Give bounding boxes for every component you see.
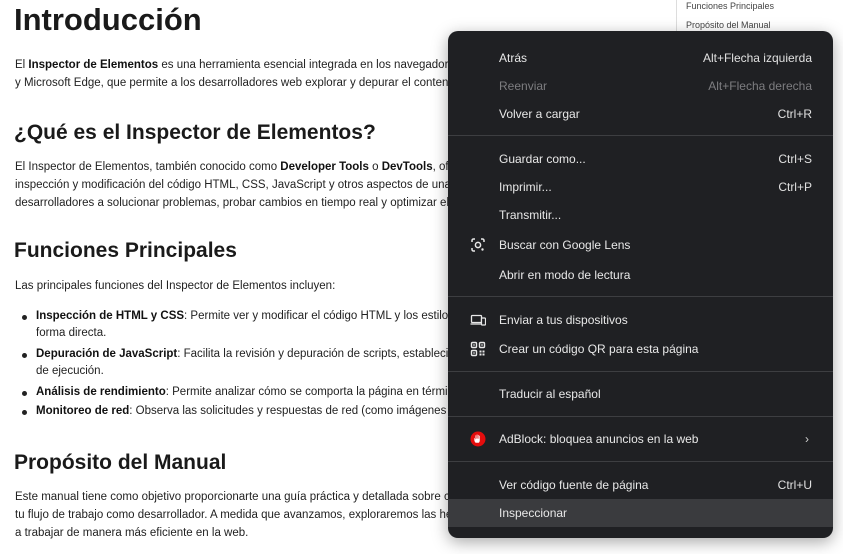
menu-item-shortcut: Ctrl+U: [777, 478, 812, 492]
menu-item-label: Atrás: [499, 51, 528, 65]
menu-item-inspect[interactable]: Inspeccionar: [448, 499, 833, 527]
toc-item-proposito[interactable]: Propósito del Manual: [686, 20, 771, 30]
menu-item-label: Inspeccionar: [499, 506, 568, 520]
menu-separator: [448, 135, 833, 136]
menu-item-qr-code[interactable]: Crear un código QR para esta página: [448, 335, 833, 363]
menu-item-label: Transmitir...: [499, 208, 562, 222]
purpose-paragraph-line-2: tu flujo de trabajo como desarrollador. …: [15, 509, 485, 521]
menu-separator: [448, 296, 833, 297]
list-item: Análisis de rendimiento: Permite analiza…: [36, 386, 483, 398]
intro-paragraph-line-2: y Microsoft Edge, que permite a los desa…: [15, 77, 480, 89]
devices-icon: [470, 314, 486, 326]
menu-item-save-as[interactable]: Guardar como... Ctrl+S: [448, 145, 833, 173]
menu-item-label: Buscar con Google Lens: [499, 238, 631, 252]
bullet-dot: [22, 353, 27, 358]
menu-item-label: Imprimir...: [499, 180, 552, 194]
menu-item-label: Abrir en modo de lectura: [499, 268, 631, 282]
menu-item-label: Volver a cargar: [499, 107, 580, 121]
menu-item-send-devices[interactable]: Enviar a tus dispositivos: [448, 306, 833, 334]
menu-separator: [448, 371, 833, 372]
menu-item-reload[interactable]: Volver a cargar Ctrl+R: [448, 100, 833, 128]
menu-item-print[interactable]: Imprimir... Ctrl+P: [448, 173, 833, 201]
qr-code-icon: [470, 341, 486, 357]
menu-item-label: Ver código fuente de página: [499, 478, 649, 492]
heading-funciones: Funciones Principales: [14, 239, 237, 262]
what-paragraph-line-2: inspección y modificación del código HTM…: [15, 179, 489, 191]
menu-item-label: Reenviar: [499, 79, 548, 93]
menu-item-label: Guardar como...: [499, 152, 586, 166]
list-item: Monitoreo de red: Observa las solicitude…: [36, 405, 487, 417]
menu-item-translate[interactable]: Traducir al español: [448, 380, 833, 408]
menu-separator: [448, 461, 833, 462]
menu-item-view-source[interactable]: Ver código fuente de página Ctrl+U: [448, 471, 833, 499]
menu-item-label: AdBlock: bloquea anuncios en la web: [499, 432, 699, 446]
menu-item-shortcut: Alt+Flecha izquierda: [702, 51, 812, 65]
menu-separator: [448, 416, 833, 417]
menu-item-forward[interactable]: Reenviar Alt+Flecha derecha: [448, 72, 833, 100]
menu-item-reader-mode[interactable]: Abrir en modo de lectura: [448, 261, 833, 289]
list-item-cont: de ejecución.: [36, 365, 104, 377]
purpose-paragraph-line-3: a trabajar de manera más eficiente en la…: [15, 527, 249, 539]
menu-item-label: Enviar a tus dispositivos: [499, 313, 628, 327]
purpose-paragraph-line-1: Este manual tiene como objetivo proporci…: [15, 491, 482, 503]
menu-item-shortcut: Ctrl+P: [778, 180, 812, 194]
menu-item-shortcut: Alt+Flecha derecha: [708, 79, 812, 93]
menu-item-cast[interactable]: Transmitir...: [448, 201, 833, 229]
google-lens-icon: [471, 238, 485, 252]
bullet-dot: [22, 410, 27, 415]
list-item: Inspección de HTML y CSS: Permite ver y …: [36, 310, 497, 322]
menu-item-adblock[interactable]: AdBlock: bloquea anuncios en la web ›: [448, 425, 833, 453]
toc-divider: [676, 0, 677, 34]
menu-item-shortcut: Ctrl+R: [777, 107, 812, 121]
list-item-cont: forma directa.: [36, 327, 107, 339]
menu-item-label: Traducir al español: [499, 387, 601, 401]
adblock-hand-icon: [470, 431, 486, 447]
list-item: Depuración de JavaScript: Facilita la re…: [36, 348, 490, 360]
what-paragraph-line-1: El Inspector de Elementos, también conoc…: [15, 161, 487, 173]
bullet-dot: [22, 315, 27, 320]
what-paragraph-line-3: desarrolladores a solucionar problemas, …: [15, 197, 482, 209]
heading-what-is: ¿Qué es el Inspector de Elementos?: [14, 121, 376, 144]
heading-proposito: Propósito del Manual: [14, 451, 227, 474]
bullet-dot: [22, 391, 27, 396]
intro-paragraph-line-1: El Inspector de Elementos es una herrami…: [15, 59, 493, 71]
context-menu: Atrás Alt+Flecha izquierda Reenviar Alt+…: [448, 31, 833, 538]
funcs-intro: Las principales funciones del Inspector …: [15, 280, 336, 292]
chevron-right-icon: ›: [805, 432, 809, 446]
menu-item-shortcut: Ctrl+S: [778, 152, 812, 166]
menu-item-back[interactable]: Atrás Alt+Flecha izquierda: [448, 44, 833, 72]
toc-item-funciones[interactable]: Funciones Principales: [686, 1, 774, 11]
menu-item-label: Crear un código QR para esta página: [499, 342, 699, 356]
page-title: Introducción: [14, 2, 202, 37]
menu-item-google-lens[interactable]: Buscar con Google Lens: [448, 231, 833, 259]
